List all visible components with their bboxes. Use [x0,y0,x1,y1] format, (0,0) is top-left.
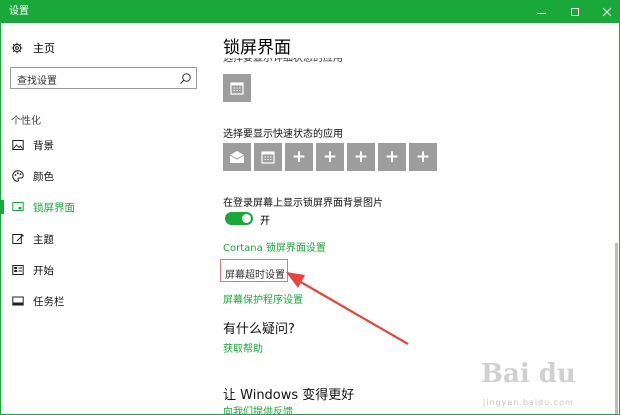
quick-status-tile-add[interactable]: + [347,143,375,171]
detailed-status-label: 选择要显示详细状态的应用 [223,58,343,64]
sidebar-item-label: 任务栏 [33,295,65,308]
calendar-icon [261,151,275,164]
gear-icon [11,42,23,54]
sidebar-item-label: 主题 [33,233,54,246]
taskbar-icon [12,296,24,306]
quick-status-tile-mail[interactable] [223,143,251,171]
plus-icon: + [353,146,369,167]
search-input[interactable]: 查找设置 [10,67,197,89]
sidebar-item-label: 锁屏界面 [33,201,75,214]
screen-timeout-link[interactable]: 屏幕超时设置 [225,266,285,281]
palette-icon [12,170,24,182]
maximize-button[interactable] [559,1,591,23]
sidebar-group-label: 个性化 [11,116,41,127]
search-placeholder: 查找设置 [17,76,57,87]
baidu-watermark: Bai du jingyan.baidu.com [471,359,619,414]
title-bar: 设置 [1,1,619,23]
get-help-link[interactable]: 获取帮助 [223,340,263,355]
sidebar-home[interactable]: 主页 [11,40,55,56]
screensaver-link[interactable]: 屏幕保护程序设置 [223,291,303,306]
page-title: 锁屏界面 [223,38,291,58]
minimize-icon [536,12,546,14]
cortana-lock-screen-link[interactable]: Cortana 锁屏界面设置 [223,239,326,254]
quick-status-label: 选择要显示快速状态的应用 [223,129,343,140]
plus-icon: + [384,146,400,167]
window-title: 设置 [9,6,29,17]
watermark-sub: jingyan.baidu.com [483,398,574,407]
picture-icon [12,140,24,150]
active-indicator [1,200,4,214]
watermark-brand: Bai du [481,359,576,389]
feedback-heading: 让 Windows 变得更好 [223,388,355,403]
quick-status-tile-add[interactable]: + [316,143,344,171]
sidebar-item-background[interactable]: 背景 [1,135,206,155]
plus-icon: + [415,146,431,167]
minimize-button[interactable] [525,1,557,23]
sidebar-item-start[interactable]: 开始 [1,260,206,280]
sidebar-home-label: 主页 [33,42,55,55]
maximize-icon [571,8,579,16]
settings-window: 设置 主页 查找设置 个性化 背景 颜色 锁屏界面 主题 开始 任务栏 锁屏界面… [0,0,620,415]
quick-status-tile-add[interactable]: + [409,143,437,171]
detailed-status-tile-calendar[interactable] [223,74,251,102]
toggle-knob [242,214,251,223]
feedback-link[interactable]: 向我们提供反馈 [223,406,293,414]
sidebar-item-label: 颜色 [33,170,54,183]
signin-background-label: 在登录屏幕上显示锁屏界面背景图片 [223,198,383,209]
sidebar-item-themes[interactable]: 主题 [1,229,206,249]
quick-status-tile-add[interactable]: + [285,143,313,171]
toggle-state-label: 开 [260,216,270,227]
quick-status-tile-calendar[interactable] [254,143,282,171]
sidebar-item-label: 背景 [33,139,54,152]
signin-background-toggle[interactable] [225,212,253,225]
plus-icon: + [291,146,307,167]
sidebar-item-label: 开始 [33,264,54,277]
quick-status-tile-add[interactable]: + [378,143,406,171]
start-icon [12,265,24,275]
sidebar-item-taskbar[interactable]: 任务栏 [1,291,206,311]
plus-icon: + [322,146,338,167]
close-icon [602,7,612,17]
sidebar: 主页 查找设置 个性化 背景 颜色 锁屏界面 主题 开始 任务栏 [1,23,206,414]
close-button[interactable] [591,1,619,23]
sidebar-item-colors[interactable]: 颜色 [1,166,206,186]
sidebar-item-lock-screen[interactable]: 锁屏界面 [1,197,206,217]
questions-heading: 有什么疑问? [223,322,295,337]
lock-screen-icon [12,202,24,211]
search-icon[interactable] [179,72,192,85]
mail-icon [229,151,245,163]
theme-icon [12,233,24,244]
content-scrollbar[interactable] [614,23,619,414]
calendar-icon [230,82,244,95]
main-content: 锁屏界面 选择要显示详细状态的应用 选择要显示快速状态的应用 + + + + +… [206,23,614,414]
